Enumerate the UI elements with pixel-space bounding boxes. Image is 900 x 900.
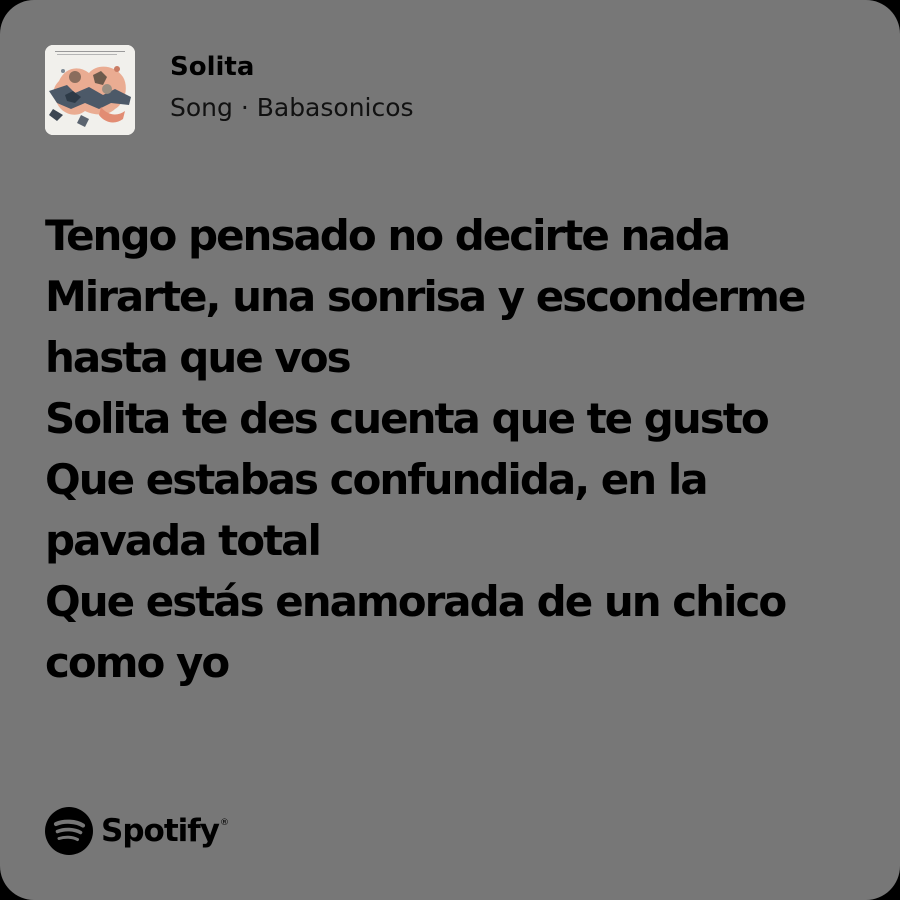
album-cover-art — [45, 45, 135, 135]
lyrics-block: Tengo pensado no decirte nada Mirarte, u… — [45, 205, 865, 693]
lyrics-share-card: Solita Song · Babasonicos Tengo pensado … — [0, 0, 900, 900]
lyric-line: Que estás enamorada de un chico — [45, 577, 787, 626]
spotify-icon — [45, 807, 93, 855]
spotify-brand: Spotify® — [45, 807, 229, 855]
spotify-wordmark-text: Spotify — [101, 813, 220, 849]
lyric-line: Solita te des cuenta que te gusto — [45, 394, 770, 443]
trademark-symbol: ® — [219, 818, 229, 828]
song-title[interactable]: Solita — [170, 50, 254, 84]
lyric-line: hasta que vos — [45, 333, 352, 382]
lyric-line: Tengo pensado no decirte nada — [45, 211, 731, 260]
lyric-line: pavada total — [45, 516, 322, 565]
lyric-line: como yo — [45, 638, 230, 687]
spotify-wordmark: Spotify® — [101, 807, 229, 855]
album-cover[interactable] — [45, 45, 135, 135]
song-artist-subtitle[interactable]: Song · Babasonicos — [170, 91, 414, 125]
lyric-line: Mirarte, una sonrisa y esconderme — [45, 272, 806, 321]
lyric-line: Que estabas confundida, en la — [45, 455, 709, 504]
